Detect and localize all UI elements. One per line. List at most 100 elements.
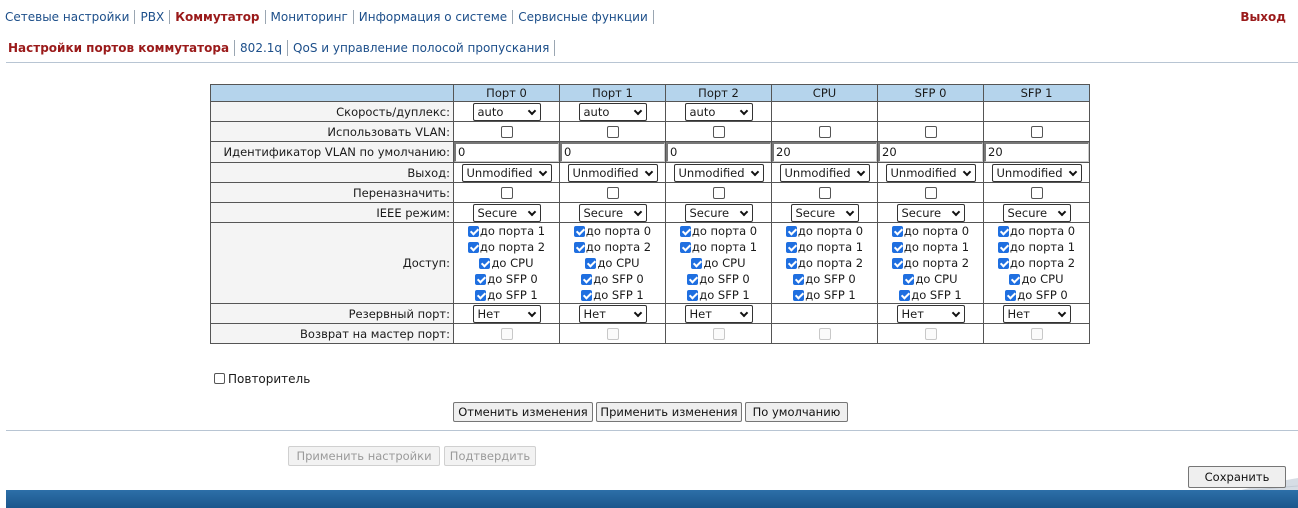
access-checkbox[interactable]	[793, 290, 805, 301]
access-checkbox[interactable]	[891, 242, 903, 253]
reassign-checkbox[interactable]	[924, 187, 937, 199]
reassign-checkbox[interactable]	[818, 187, 831, 199]
access-checkbox[interactable]	[687, 274, 699, 285]
speed-select-port2[interactable]: auto	[684, 102, 753, 121]
default-button[interactable]: По умолчанию	[745, 402, 848, 422]
use-vlan-checkbox[interactable]	[500, 126, 513, 138]
access-checkbox[interactable]	[679, 226, 691, 237]
access-label: до SFP 0	[1017, 288, 1068, 302]
reassign-checkbox[interactable]	[712, 187, 725, 199]
access-checkbox[interactable]	[997, 226, 1009, 237]
column-header: SFP 0	[877, 84, 984, 102]
access-checkbox[interactable]	[479, 258, 491, 269]
vlan-id-input[interactable]: 0	[560, 142, 665, 162]
access-label: до SFP 0	[487, 272, 538, 286]
backup-port-select[interactable]: Нет	[896, 304, 965, 323]
ieee-mode-select[interactable]: Secure	[896, 203, 965, 222]
use-vlan-checkbox[interactable]	[924, 126, 937, 138]
egress-select[interactable]: Unmodified	[461, 163, 552, 182]
access-checkbox[interactable]	[573, 226, 585, 237]
use-vlan-checkbox[interactable]	[1030, 126, 1043, 138]
save-button[interactable]: Сохранить	[1188, 466, 1286, 488]
access-checkbox[interactable]	[903, 274, 915, 285]
reassign-checkbox[interactable]	[1030, 187, 1043, 199]
speed-select-port0[interactable]: auto	[472, 102, 541, 121]
speed-select-port1[interactable]: auto	[578, 102, 647, 121]
logout-link[interactable]: Выход	[1240, 10, 1286, 24]
access-label: до порта 0	[797, 224, 864, 238]
vlan-id-input[interactable]: 20	[878, 142, 983, 162]
row-backup-port: Резервный порт: Нет Нет Нет Нет Нет	[210, 303, 1090, 324]
row-label: Переназначить:	[210, 182, 454, 203]
tab-8021q[interactable]: 802.1q	[235, 40, 289, 56]
access-checkbox[interactable]	[891, 226, 903, 237]
reassign-checkbox[interactable]	[606, 187, 619, 199]
use-vlan-checkbox[interactable]	[606, 126, 619, 138]
access-label: до CPU	[491, 256, 534, 270]
revert-checkbox	[500, 328, 513, 340]
access-label: до порта 0	[691, 224, 758, 238]
access-checkbox[interactable]	[1005, 290, 1017, 301]
ieee-mode-select[interactable]: Secure	[790, 203, 859, 222]
access-checkbox[interactable]	[899, 290, 911, 301]
tab-switch-port-settings[interactable]: Настройки портов коммутатора	[0, 40, 236, 56]
access-checkbox[interactable]	[581, 290, 593, 301]
backup-port-select[interactable]: Нет	[1002, 304, 1071, 323]
egress-select[interactable]: Unmodified	[673, 163, 764, 182]
egress-select[interactable]: Unmodified	[567, 163, 658, 182]
use-vlan-checkbox[interactable]	[712, 126, 725, 138]
use-vlan-checkbox[interactable]	[818, 126, 831, 138]
menu-monitoring[interactable]: Мониторинг	[266, 10, 354, 24]
apply-changes-button[interactable]: Применить изменения	[596, 402, 742, 422]
menu-network-settings[interactable]: Сетевые настройки	[5, 10, 136, 24]
access-checkbox[interactable]	[581, 274, 593, 285]
access-checkbox[interactable]	[691, 258, 703, 269]
access-checkbox[interactable]	[585, 258, 597, 269]
menu-system-info[interactable]: Информация о системе	[354, 10, 514, 24]
backup-port-select[interactable]: Нет	[472, 304, 541, 323]
repeater-checkbox[interactable]	[214, 373, 225, 384]
access-checkbox[interactable]	[1009, 274, 1021, 285]
access-checkbox[interactable]	[997, 258, 1009, 269]
row-label: Возврат на мастер порт:	[210, 323, 454, 344]
ieee-mode-select[interactable]: Secure	[684, 203, 753, 222]
access-checkbox[interactable]	[573, 242, 585, 253]
backup-port-select[interactable]: Нет	[578, 304, 647, 323]
access-checkbox[interactable]	[687, 290, 699, 301]
row-ieee-mode: IEEE режим: Secure Secure Secure Secure …	[210, 202, 1090, 223]
access-checkbox[interactable]	[475, 290, 487, 301]
menu-pbx[interactable]: PBX	[135, 10, 171, 24]
ieee-mode-select[interactable]: Secure	[578, 203, 647, 222]
menu-switch[interactable]: Коммутатор	[170, 10, 266, 24]
access-checkbox[interactable]	[679, 242, 691, 253]
egress-select[interactable]: Unmodified	[991, 163, 1082, 182]
tab-qos[interactable]: QoS и управление полосой пропускания	[288, 40, 556, 56]
row-label: Доступ:	[210, 222, 454, 304]
vlan-id-input[interactable]: 20	[984, 142, 1089, 162]
ieee-mode-select[interactable]: Secure	[472, 203, 541, 222]
vlan-id-input[interactable]: 20	[772, 142, 877, 162]
vlan-id-input[interactable]: 0	[454, 142, 559, 162]
access-checkbox[interactable]	[475, 274, 487, 285]
reassign-checkbox[interactable]	[500, 187, 513, 199]
backup-port-select[interactable]: Нет	[684, 304, 753, 323]
cancel-changes-button[interactable]: Отменить изменения	[453, 402, 593, 422]
empty-cell	[877, 101, 984, 122]
access-checkbox[interactable]	[793, 274, 805, 285]
access-label: до CPU	[703, 256, 746, 270]
egress-select[interactable]: Unmodified	[885, 163, 976, 182]
access-checkbox[interactable]	[891, 258, 903, 269]
menu-service-functions[interactable]: Сервисные функции	[513, 10, 654, 24]
vlan-id-input[interactable]: 0	[666, 142, 771, 162]
repeater-option: Повторитель	[214, 372, 310, 386]
egress-select[interactable]: Unmodified	[779, 163, 870, 182]
access-checkbox[interactable]	[785, 226, 797, 237]
row-label: Использовать VLAN:	[210, 121, 454, 142]
row-speed-duplex: Скорость/дуплекс: auto auto auto	[210, 101, 1090, 122]
access-checkbox[interactable]	[467, 242, 479, 253]
ieee-mode-select[interactable]: Secure	[1002, 203, 1071, 222]
access-checkbox[interactable]	[467, 226, 479, 237]
access-checkbox[interactable]	[785, 258, 797, 269]
access-checkbox[interactable]	[785, 242, 797, 253]
access-checkbox[interactable]	[997, 242, 1009, 253]
